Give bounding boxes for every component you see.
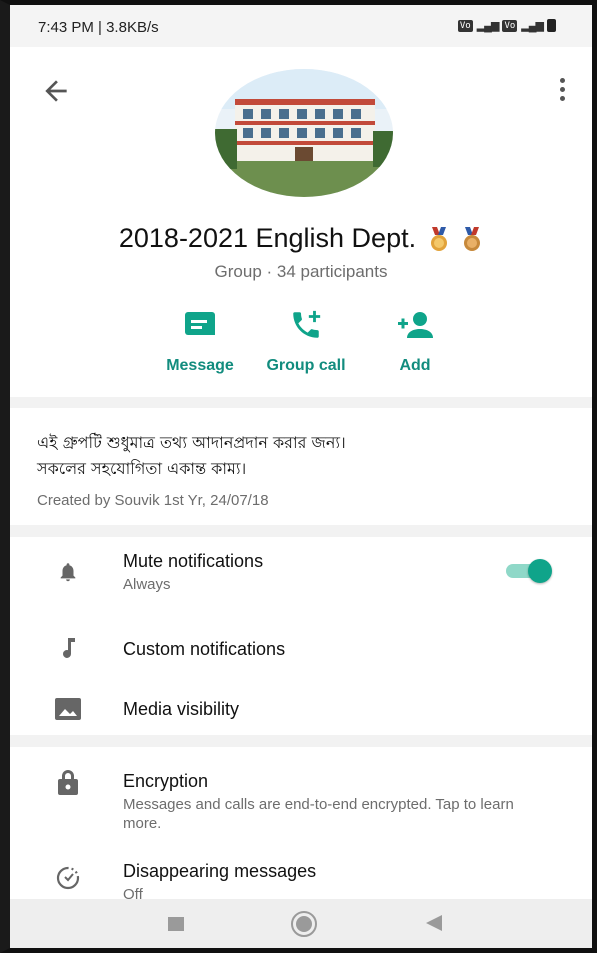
bell-icon [55, 559, 81, 585]
battery-icon [547, 19, 556, 32]
custom-notifications-title: Custom notifications [123, 639, 286, 659]
lock-icon [55, 769, 81, 795]
security-settings: Encryption Messages and calls are end-to… [10, 747, 592, 907]
message-icon [185, 312, 215, 335]
action-bar: Message Group call Add [10, 305, 592, 385]
home-button[interactable] [290, 910, 318, 943]
group-call-button[interactable]: Group call [246, 305, 366, 375]
group-header: 2018-2021 English Dept. Group · 34 parti… [10, 47, 592, 397]
square-icon [168, 917, 184, 931]
group-subtitle: Group · 34 participants [214, 262, 388, 281]
custom-notifications-row[interactable]: Custom notifications [10, 623, 592, 673]
group-avatar[interactable] [215, 69, 393, 197]
status-bar: 7:43 PM | 3.8KB/s Vo ▂▄▆ Vo ▂▄▆ [10, 5, 592, 47]
triangle-back-icon [426, 915, 442, 931]
back-button[interactable] [40, 75, 72, 107]
signal-icon: ▂▄▆ [521, 20, 544, 32]
volte-icon: Vo [457, 19, 473, 32]
message-label: Message [166, 357, 234, 374]
image-icon [55, 696, 81, 722]
media-visibility-title: Media visibility [123, 699, 240, 719]
circle-icon [291, 911, 317, 937]
medal-icon [464, 226, 481, 251]
group-title: 2018-2021 English Dept. [10, 223, 592, 254]
back-nav-button[interactable] [426, 915, 442, 936]
disappearing-title: Disappearing messages [123, 861, 317, 881]
description-line: সকলের সহযোগিতা একান্ত কাম্য। [37, 459, 247, 478]
toggle-knob [528, 559, 552, 583]
system-nav-bar [10, 899, 592, 948]
notification-settings: Mute notifications Always Custom notific… [10, 537, 592, 735]
encryption-subtitle: Messages and calls are end-to-end encryp… [123, 796, 514, 832]
more-options-button[interactable] [552, 73, 572, 105]
phone-frame: 7:43 PM | 3.8KB/s Vo ▂▄▆ Vo ▂▄▆ 2018-202… [0, 0, 597, 953]
building-photo [215, 69, 393, 197]
mute-title: Mute notifications [123, 551, 264, 571]
status-time: 7:43 PM | 3.8KB/s [38, 19, 159, 36]
group-description[interactable]: এই গ্রুপটি শুধুমাত্র তথ্য আদানপ্রদান করা… [10, 408, 592, 525]
medal-icon [430, 226, 447, 251]
music-note-icon [55, 635, 81, 661]
dot-icon [559, 86, 565, 92]
group-call-label: Group call [266, 357, 346, 374]
volte-icon: Vo [502, 19, 518, 32]
description-text: এই গ্রুপটি শুধুমাত্র তথ্য আদানপ্রদান করা… [37, 430, 572, 482]
media-visibility-row[interactable]: Media visibility [10, 683, 592, 733]
mute-subtitle: Always [123, 576, 171, 593]
recents-button[interactable] [168, 917, 184, 936]
mute-notifications-row[interactable]: Mute notifications Always [10, 537, 592, 607]
message-button[interactable]: Message [140, 305, 260, 375]
add-call-icon [293, 310, 321, 338]
dot-icon [559, 95, 565, 101]
created-by: Created by Souvik 1st Yr, 24/07/18 [37, 492, 269, 509]
mute-toggle[interactable] [506, 559, 552, 583]
encryption-title: Encryption [123, 771, 209, 791]
dot-icon [559, 77, 565, 83]
description-line: এই গ্রুপটি শুধুমাত্র তথ্য আদানপ্রদান করা… [37, 433, 346, 452]
signal-4g-icon: ▂▄▆ [476, 20, 500, 32]
add-participant-button[interactable]: Add [355, 305, 475, 375]
add-person-icon [398, 312, 433, 338]
disappearing-messages-row[interactable]: Disappearing messages Off [10, 845, 592, 905]
encryption-row[interactable]: Encryption Messages and calls are end-to… [10, 747, 592, 837]
screen: 7:43 PM | 3.8KB/s Vo ▂▄▆ Vo ▂▄▆ 2018-202… [10, 5, 592, 948]
status-icons: Vo ▂▄▆ Vo ▂▄▆ [457, 19, 556, 32]
add-label: Add [399, 357, 431, 374]
group-name: 2018-2021 English Dept. [118, 223, 417, 253]
timer-icon [55, 865, 81, 891]
arrow-left-icon [45, 80, 67, 102]
